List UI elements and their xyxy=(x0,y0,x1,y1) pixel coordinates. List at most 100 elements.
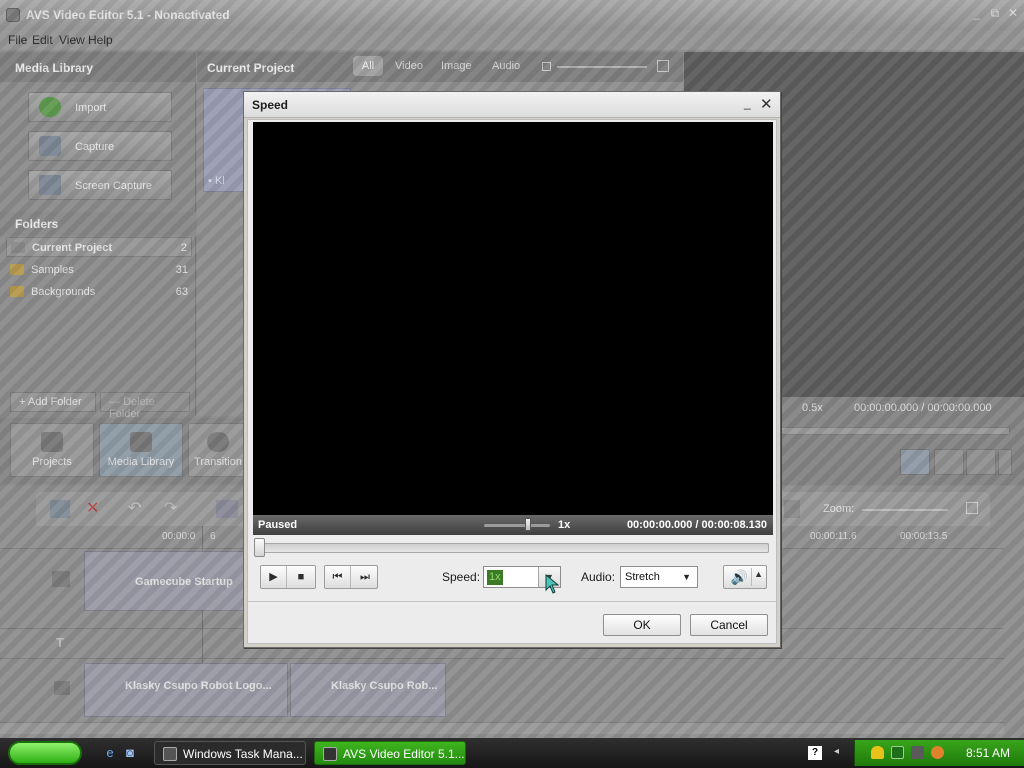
filter-video[interactable]: Video xyxy=(395,60,423,72)
audio-track-icon xyxy=(54,681,70,695)
shield-icon[interactable] xyxy=(871,746,884,759)
monitor-icon[interactable] xyxy=(900,449,930,475)
previous-frame-button[interactable]: ⏮ xyxy=(325,566,351,588)
folder-name: Samples xyxy=(31,264,74,276)
tab-media-library[interactable]: Media Library xyxy=(99,423,183,477)
large-thumb-icon[interactable] xyxy=(657,60,669,72)
small-thumb-icon[interactable] xyxy=(542,62,551,71)
camera-icon xyxy=(39,136,61,156)
ruler-tick: 6 xyxy=(210,531,216,542)
expand-tray-icon[interactable]: ◂ xyxy=(834,746,839,757)
speaker-icon[interactable] xyxy=(966,449,996,475)
import-label: Import xyxy=(75,102,107,114)
taskbar-item-avs-editor[interactable]: AVS Video Editor 5.1... xyxy=(314,741,466,765)
redo-icon[interactable]: ↷ xyxy=(164,498,177,518)
seek-bar[interactable] xyxy=(255,543,769,553)
folder-count: 2 xyxy=(180,242,187,254)
timeline-clip[interactable]: Gamecube Startup xyxy=(84,551,244,611)
import-button[interactable]: Import xyxy=(28,92,172,122)
minimize-icon[interactable]: _ xyxy=(744,96,756,110)
playback-time: 00:00:00.000 / 00:00:08.130 xyxy=(626,519,767,531)
current-project-bar: Current Project All Video Image Audio xyxy=(197,52,683,82)
folders-title: Folders xyxy=(0,212,196,236)
folder-backgrounds[interactable]: Backgrounds 63 xyxy=(6,282,192,302)
avs-icon xyxy=(323,747,337,761)
chevron-up-icon[interactable]: ▲ xyxy=(754,569,763,579)
tab-transition[interactable]: Transition xyxy=(188,423,248,477)
play-button[interactable]: ▶ xyxy=(261,566,287,588)
screen-capture-label: Screen Capture xyxy=(75,180,153,192)
network-icon[interactable] xyxy=(891,746,904,759)
ie-icon[interactable]: e xyxy=(102,745,118,761)
play-stop-group: ▶ ■ xyxy=(260,565,316,589)
delete-folder-button[interactable]: — Delete Folder xyxy=(100,392,190,420)
filter-audio[interactable]: Audio xyxy=(492,60,520,72)
preview-seek-bar[interactable] xyxy=(780,427,1010,435)
search-icon[interactable] xyxy=(931,746,944,759)
storyboard-icon[interactable] xyxy=(216,500,238,518)
quicklaunch-icon[interactable]: ◙ xyxy=(122,745,138,761)
stop-icon: ■ xyxy=(297,571,305,583)
taskbar-item-label: Windows Task Mana... xyxy=(183,747,303,761)
volume-slider-handle[interactable] xyxy=(525,518,531,531)
ok-button[interactable]: OK xyxy=(603,614,681,636)
play-icon: ▶ xyxy=(269,571,278,583)
zoom-slider[interactable] xyxy=(862,509,948,511)
volume-slider-track[interactable] xyxy=(484,524,550,527)
folder-current-project[interactable]: Current Project 2 xyxy=(6,237,192,257)
audio-select[interactable]: Stretch ▼ xyxy=(620,566,698,588)
timeline-scrollbar[interactable] xyxy=(0,722,1004,734)
fit-zoom-icon[interactable] xyxy=(966,502,978,514)
tab-label: Projects xyxy=(32,456,72,468)
minimize-button[interactable]: _ xyxy=(970,7,984,21)
video-preview xyxy=(253,122,773,515)
volume-arrow-icon[interactable] xyxy=(998,449,1012,475)
capture-button[interactable]: Capture xyxy=(28,131,172,161)
dialog-body: Paused 1x 00:00:00.000 / 00:00:08.130 ▶ … xyxy=(247,119,777,644)
filter-all[interactable]: All xyxy=(353,56,383,76)
close-icon[interactable]: ✕ xyxy=(760,95,774,113)
menu-edit[interactable]: Edit xyxy=(32,33,53,47)
delete-clip-icon[interactable]: ✕ xyxy=(86,498,99,518)
menubar: File Edit View Help xyxy=(0,30,1024,50)
app-titlebar: AVS Video Editor 5.1 - Nonactivated _ ⧉ … xyxy=(0,0,1024,30)
taskbar-item-task-manager[interactable]: Windows Task Mana... xyxy=(154,741,306,765)
screen-capture-button[interactable]: Screen Capture xyxy=(28,170,172,200)
menu-file[interactable]: File xyxy=(8,33,27,47)
close-button[interactable]: ✕ xyxy=(1006,7,1020,21)
skip-forward-icon: ⏭ xyxy=(360,571,370,583)
cancel-button[interactable]: Cancel xyxy=(690,614,768,636)
playback-state: Paused xyxy=(258,519,298,531)
app-icon xyxy=(6,8,20,22)
dialog-titlebar: Speed _ ✕ xyxy=(244,92,780,118)
menu-help[interactable]: Help xyxy=(88,33,113,47)
speed-value: 1x xyxy=(487,570,503,585)
folder-icon xyxy=(10,286,24,297)
menu-view[interactable]: View xyxy=(59,33,85,47)
restore-button[interactable]: ⧉ xyxy=(988,7,1002,21)
speaker-tray-icon[interactable] xyxy=(911,746,924,759)
timeline-clip[interactable]: Klasky Csupo Robot Logo... xyxy=(84,663,288,717)
filter-image[interactable]: Image xyxy=(441,60,472,72)
dialog-title: Speed xyxy=(252,98,289,112)
chevron-down-icon: ▼ xyxy=(682,572,691,582)
start-button[interactable] xyxy=(8,741,82,765)
folder-name: Backgrounds xyxy=(31,286,96,298)
add-clip-icon[interactable] xyxy=(50,500,70,518)
ruler-tick: 00:00:13.5 xyxy=(900,531,948,542)
text-icon: T xyxy=(56,635,64,650)
stop-button[interactable]: ■ xyxy=(288,566,314,588)
tab-projects[interactable]: Projects xyxy=(10,423,94,477)
task-manager-icon xyxy=(163,747,177,761)
next-frame-button[interactable]: ⏭ xyxy=(352,566,378,588)
folder-samples[interactable]: Samples 31 xyxy=(6,260,192,280)
timeline-option-icon[interactable] xyxy=(784,500,800,518)
thumb-size-slider[interactable] xyxy=(557,66,647,68)
add-folder-button[interactable]: + Add Folder xyxy=(10,392,96,412)
undo-icon[interactable]: ↶ xyxy=(128,498,141,518)
seek-handle[interactable] xyxy=(254,538,265,557)
volume-button[interactable]: 🔊 ▲ xyxy=(723,565,767,589)
timeline-clip[interactable]: Klasky Csupo Rob... xyxy=(290,663,446,717)
camera-snapshot-icon[interactable] xyxy=(934,449,964,475)
help-icon[interactable]: ? xyxy=(808,746,822,760)
